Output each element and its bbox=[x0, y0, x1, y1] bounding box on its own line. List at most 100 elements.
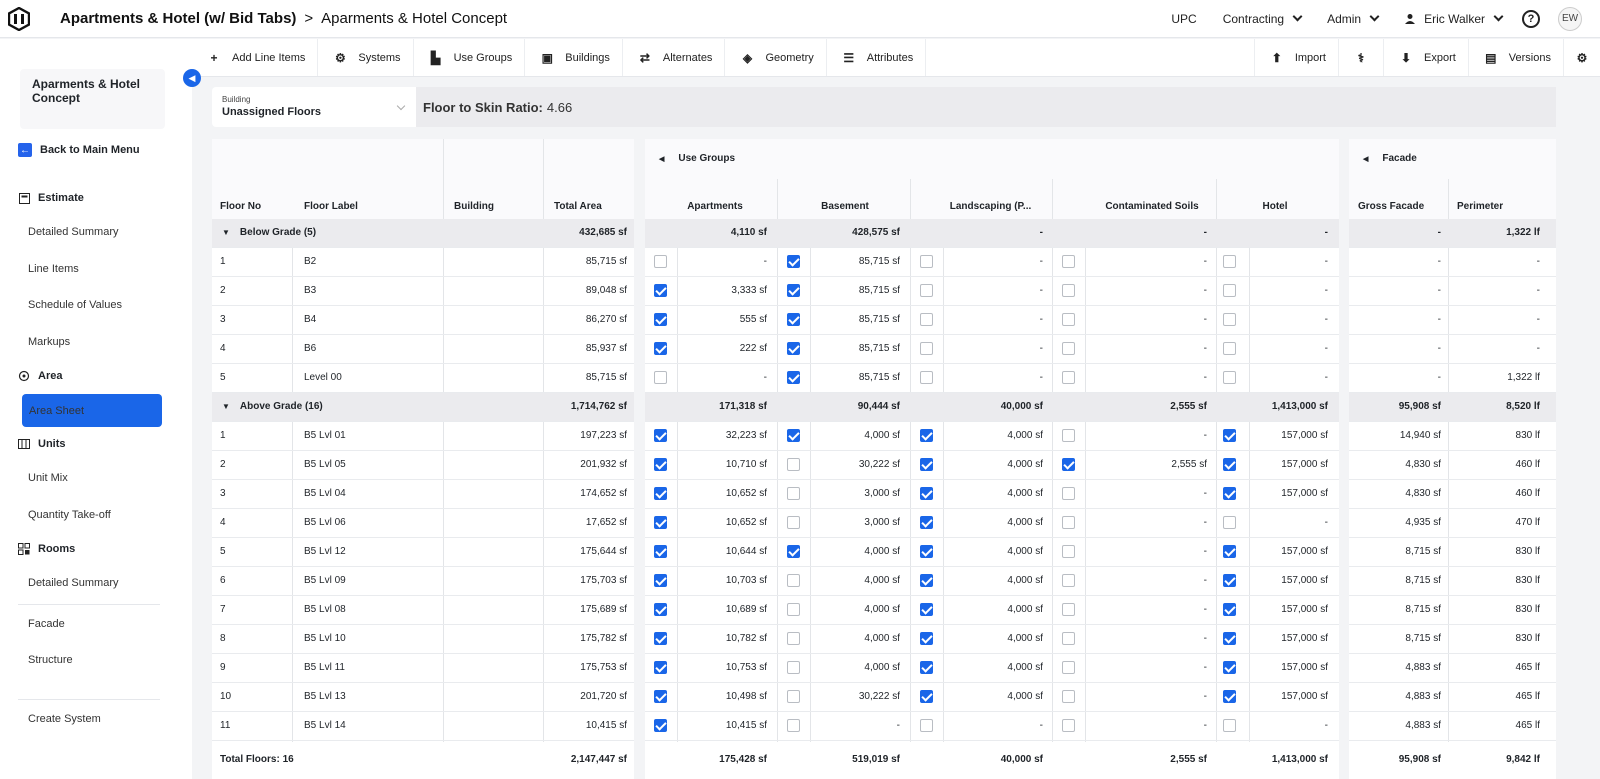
use-group-checkbox[interactable] bbox=[787, 690, 800, 703]
floor-label[interactable]: B6 bbox=[304, 335, 316, 363]
use-group-checkbox[interactable] bbox=[1223, 313, 1236, 326]
floor-label[interactable]: B5 Lvl 09 bbox=[304, 567, 346, 595]
sidebar-item-markups[interactable]: Markups bbox=[28, 336, 70, 348]
section-toggle[interactable]: ▼ Below Grade (5) bbox=[222, 219, 316, 247]
floor-label[interactable]: Level 00 bbox=[304, 364, 342, 392]
col-use-group[interactable]: Basement bbox=[795, 201, 895, 212]
buildings-button[interactable]: ▣ Buildings bbox=[525, 39, 623, 76]
use-group-checkbox[interactable] bbox=[654, 574, 667, 587]
use-group-checkbox[interactable] bbox=[1223, 458, 1236, 471]
back-to-main-menu[interactable]: ← Back to Main Menu bbox=[18, 143, 140, 157]
table-row[interactable]: 4 B5 Lvl 06 17,652 sf bbox=[212, 509, 634, 538]
use-group-checkbox[interactable] bbox=[787, 371, 800, 384]
use-group-checkbox[interactable] bbox=[1062, 545, 1075, 558]
floor-label[interactable]: B5 Lvl 05 bbox=[304, 451, 346, 479]
table-row[interactable]: 7 B5 Lvl 08 175,689 sf bbox=[212, 596, 634, 625]
use-groups-button[interactable]: ▙ Use Groups bbox=[414, 39, 526, 76]
app-logo-icon[interactable] bbox=[0, 0, 38, 38]
add-line-items-button[interactable]: + Add Line Items bbox=[192, 39, 319, 76]
use-group-checkbox[interactable] bbox=[920, 516, 933, 529]
building-select[interactable]: Building Unassigned Floors bbox=[212, 87, 416, 127]
use-group-checkbox[interactable] bbox=[920, 458, 933, 471]
use-group-checkbox[interactable] bbox=[920, 661, 933, 674]
sidebar-item-structure[interactable]: Structure bbox=[28, 654, 73, 666]
sidebar-section-units[interactable]: Units bbox=[18, 438, 66, 450]
use-group-checkbox[interactable] bbox=[787, 487, 800, 500]
contracting-menu[interactable]: Contracting bbox=[1223, 12, 1303, 26]
use-group-checkbox[interactable] bbox=[1062, 574, 1075, 587]
admin-menu[interactable]: Admin bbox=[1327, 12, 1380, 26]
sidebar-section-rooms[interactable]: Rooms bbox=[18, 543, 75, 555]
table-row[interactable]: 2 B5 Lvl 05 201,932 sf bbox=[212, 451, 634, 480]
use-group-checkbox[interactable] bbox=[920, 545, 933, 558]
table-row[interactable]: 11 B5 Lvl 14 10,415 sf bbox=[212, 712, 634, 741]
table-row[interactable]: 5 Level 00 85,715 sf bbox=[212, 364, 634, 393]
floor-label[interactable]: B3 bbox=[304, 277, 316, 305]
sidebar-item-line-items[interactable]: Line Items bbox=[28, 263, 79, 275]
geometry-button[interactable]: ◈ Geometry bbox=[725, 39, 827, 76]
table-row[interactable]: 2 B3 89,048 sf bbox=[212, 277, 634, 306]
use-group-checkbox[interactable] bbox=[1223, 545, 1236, 558]
floor-label[interactable]: B5 Lvl 14 bbox=[304, 712, 346, 740]
sidebar-item-rooms-detailed-summary[interactable]: Detailed Summary bbox=[28, 577, 118, 589]
use-group-checkbox[interactable] bbox=[920, 603, 933, 616]
use-group-checkbox[interactable] bbox=[654, 545, 667, 558]
use-group-checkbox[interactable] bbox=[1062, 690, 1075, 703]
use-group-checkbox[interactable] bbox=[920, 313, 933, 326]
use-group-checkbox[interactable] bbox=[920, 690, 933, 703]
use-group-checkbox[interactable] bbox=[1223, 632, 1236, 645]
sidebar-item-facade[interactable]: Facade bbox=[28, 618, 65, 630]
export-button[interactable]: ⬇ Export bbox=[1383, 39, 1468, 76]
col-floor-no[interactable]: Floor No bbox=[220, 201, 261, 212]
stethoscope-button[interactable]: ⚕ bbox=[1338, 39, 1383, 76]
use-group-checkbox[interactable] bbox=[1223, 516, 1236, 529]
table-row[interactable]: 8 B5 Lvl 10 175,782 sf bbox=[212, 625, 634, 654]
use-group-checkbox[interactable] bbox=[1062, 284, 1075, 297]
use-group-checkbox[interactable] bbox=[654, 516, 667, 529]
col-facade[interactable]: Perimeter bbox=[1457, 201, 1503, 212]
use-group-checkbox[interactable] bbox=[1223, 690, 1236, 703]
use-group-checkbox[interactable] bbox=[1223, 719, 1236, 732]
col-total-area[interactable]: Total Area bbox=[554, 201, 602, 212]
sidebar-item-create-system[interactable]: Create System bbox=[28, 713, 101, 725]
use-group-checkbox[interactable] bbox=[1062, 429, 1075, 442]
col-floor-label[interactable]: Floor Label bbox=[304, 201, 358, 212]
use-group-checkbox[interactable] bbox=[1062, 371, 1075, 384]
floor-label[interactable]: B5 Lvl 11 bbox=[304, 654, 345, 682]
use-group-checkbox[interactable] bbox=[1062, 313, 1075, 326]
floor-label[interactable]: B5 Lvl 10 bbox=[304, 625, 346, 653]
sidebar-item-quantity-takeoff[interactable]: Quantity Take-off bbox=[28, 509, 111, 521]
user-menu[interactable]: Eric Walker bbox=[1404, 12, 1504, 26]
section-row[interactable]: ▼ Below Grade (5) 432,685 sf bbox=[212, 219, 634, 248]
floor-label[interactable]: B5 Lvl 04 bbox=[304, 480, 346, 508]
sidebar-section-area[interactable]: Area bbox=[18, 370, 62, 382]
use-group-checkbox[interactable] bbox=[920, 632, 933, 645]
table-row[interactable]: 3 B4 86,270 sf bbox=[212, 306, 634, 335]
use-group-checkbox[interactable] bbox=[1223, 603, 1236, 616]
table-row[interactable]: 3 B5 Lvl 04 174,652 sf bbox=[212, 480, 634, 509]
use-group-checkbox[interactable] bbox=[1223, 342, 1236, 355]
use-group-checkbox[interactable] bbox=[1223, 284, 1236, 297]
use-group-checkbox[interactable] bbox=[920, 371, 933, 384]
use-group-checkbox[interactable] bbox=[654, 255, 667, 268]
use-group-checkbox[interactable] bbox=[787, 719, 800, 732]
upc-menu[interactable]: UPC bbox=[1171, 12, 1196, 26]
use-group-checkbox[interactable] bbox=[1062, 516, 1075, 529]
use-group-checkbox[interactable] bbox=[1062, 719, 1075, 732]
use-group-checkbox[interactable] bbox=[1223, 487, 1236, 500]
use-group-checkbox[interactable] bbox=[787, 342, 800, 355]
floor-label[interactable]: B5 Lvl 08 bbox=[304, 596, 346, 624]
use-group-checkbox[interactable] bbox=[1223, 371, 1236, 384]
use-group-checkbox[interactable] bbox=[787, 458, 800, 471]
table-row[interactable]: 9 B5 Lvl 11 175,753 sf bbox=[212, 654, 634, 683]
use-group-checkbox[interactable] bbox=[654, 313, 667, 326]
col-use-group[interactable]: Landscaping (P... bbox=[928, 201, 1053, 212]
use-group-checkbox[interactable] bbox=[787, 545, 800, 558]
use-group-checkbox[interactable] bbox=[1223, 574, 1236, 587]
table-row[interactable]: 4 B6 85,937 sf bbox=[212, 335, 634, 364]
use-group-checkbox[interactable] bbox=[1062, 603, 1075, 616]
use-group-checkbox[interactable] bbox=[654, 661, 667, 674]
use-group-checkbox[interactable] bbox=[787, 429, 800, 442]
systems-button[interactable]: ⚙ Systems bbox=[318, 39, 414, 76]
table-row[interactable]: 5 B5 Lvl 12 175,644 sf bbox=[212, 538, 634, 567]
